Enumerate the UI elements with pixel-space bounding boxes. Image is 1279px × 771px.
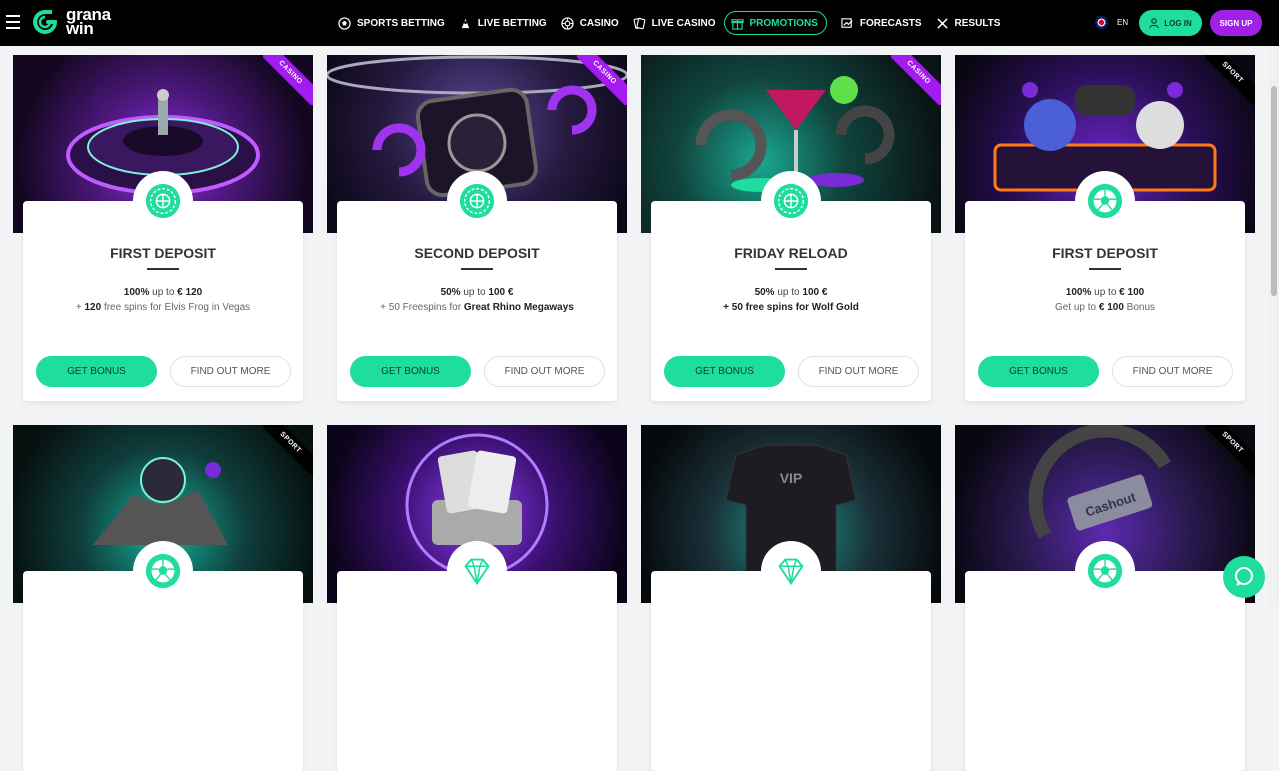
casino-badge: CASINO (891, 55, 941, 105)
promo-title: SECOND DEPOSIT (414, 245, 540, 261)
soccer-ball-icon (145, 553, 181, 589)
promo-details: Get up to € 100 Bonus (1054, 302, 1156, 313)
nav-live-betting[interactable]: LIVE BETTING (459, 11, 547, 35)
scrollbar-thumb[interactable] (1271, 86, 1277, 296)
top-navbar: grana win SPORTS BETTING LIVE BETTING CA… (0, 0, 1279, 46)
get-bonus-button[interactable]: GET BONUS (978, 356, 1099, 387)
nav-label: PROMOTIONS (749, 17, 818, 29)
get-bonus-button[interactable]: GET BONUS (36, 356, 157, 387)
casino-badge: CASINO (263, 55, 313, 105)
roulette-wheel-icon (459, 183, 495, 219)
cards-icon (633, 17, 646, 29)
find-out-more-button[interactable]: FIND OUT MORE (798, 356, 919, 387)
title-underline (461, 268, 493, 270)
trophy-icon (936, 17, 948, 29)
find-out-more-button[interactable]: FIND OUT MORE (484, 356, 605, 387)
title-underline (1089, 268, 1121, 270)
chat-bubble-icon (1235, 567, 1253, 586)
nav-label: CASINO (579, 17, 619, 29)
logo-line2: win (66, 19, 94, 38)
title-underline (775, 268, 807, 270)
promo-icon-circle (447, 171, 507, 231)
find-out-more-button[interactable]: FIND OUT MORE (1112, 356, 1233, 387)
promo-title: FIRST DEPOSIT (110, 245, 216, 261)
promo-panel: FRIDAY RELOAD 50% up to 100 € + 50 free … (651, 201, 931, 401)
login-label: LOG IN (1164, 18, 1192, 28)
nav-label: SPORTS BETTING (357, 17, 445, 29)
promo-offer: 50% up to 100 € (754, 287, 828, 298)
roulette-wheel-icon (145, 183, 181, 219)
roulette-icon (561, 16, 574, 30)
page-scrollbar[interactable] (1269, 46, 1279, 607)
promo-icon-circle (447, 541, 507, 601)
uk-flag-icon (1095, 16, 1108, 29)
nav-label: LIVE BETTING (477, 17, 547, 29)
nav-live-casino[interactable]: LIVE CASINO (633, 11, 716, 35)
nav-label: LIVE CASINO (651, 17, 716, 29)
nav-label: FORECASTS (859, 17, 922, 29)
promo-panel: SECOND DEPOSIT 50% up to 100 € + 50 Free… (337, 201, 617, 401)
promo-panel (965, 571, 1245, 771)
nav-forecasts[interactable]: FORECASTS (841, 11, 922, 35)
casino-badge: CASINO (577, 55, 627, 105)
sport-badge: SPORT (1205, 55, 1255, 105)
soccer-ball-icon (1087, 553, 1123, 589)
promo-panel (23, 571, 303, 771)
diamond-icon (778, 558, 804, 586)
language-selector[interactable]: EN (1095, 16, 1128, 29)
promo-icon-circle (1075, 541, 1135, 601)
promo-icon-circle (761, 171, 821, 231)
promo-icon-circle (133, 541, 193, 601)
language-code: EN (1117, 18, 1129, 27)
chart-icon (841, 17, 853, 28)
promo-offer: 100% up to € 100 (1065, 287, 1145, 298)
gift-icon (730, 18, 744, 30)
diamond-icon (464, 558, 490, 586)
chat-button[interactable] (1223, 556, 1265, 598)
promo-icon-circle (761, 541, 821, 601)
nav-label: RESULTS (954, 17, 1001, 29)
promo-panel: FIRST DEPOSIT 100% up to € 100 Get up to… (965, 201, 1245, 401)
nav-promotions[interactable]: PROMOTIONS (723, 11, 827, 35)
soccer-ball-icon (1087, 183, 1123, 219)
promo-title: FIRST DEPOSIT (1052, 245, 1158, 261)
soccer-ball-icon (338, 16, 351, 30)
vip-jersey-text: VIP (780, 470, 803, 486)
nav-casino[interactable]: CASINO (561, 11, 619, 35)
promo-details: + 50 Freespins for Great Rhino Megaways (380, 302, 574, 313)
promo-panel (337, 571, 617, 771)
login-button[interactable]: LOG IN (1139, 10, 1202, 36)
get-bonus-button[interactable]: GET BONUS (350, 356, 471, 387)
promo-details: + 120 free spins for Elvis Frog in Vegas (75, 302, 251, 313)
promo-icon-circle (1075, 171, 1135, 231)
logo-mark-icon (33, 10, 57, 34)
find-out-more-button[interactable]: FIND OUT MORE (170, 356, 291, 387)
sport-badge: SPORT (263, 425, 313, 475)
promo-icon-circle (133, 171, 193, 231)
logo[interactable]: grana win (30, 6, 111, 38)
promo-offer: 100% up to € 120 (123, 287, 203, 298)
user-icon (1149, 18, 1159, 28)
signup-label: SIGN UP (1219, 18, 1253, 28)
promo-panel: FIRST DEPOSIT 100% up to € 120 + 120 fre… (23, 201, 303, 401)
promo-panel (651, 571, 931, 771)
get-bonus-button[interactable]: GET BONUS (664, 356, 785, 387)
promo-title: FRIDAY RELOAD (734, 245, 848, 261)
promo-details: + 50 free spins for Wolf Gold (723, 302, 859, 313)
nav-sports-betting[interactable]: SPORTS BETTING (338, 11, 445, 35)
promo-offer: 50% up to 100 € (440, 287, 514, 298)
roulette-wheel-icon (773, 183, 809, 219)
title-underline (147, 268, 179, 270)
hamburger-menu-icon[interactable] (6, 15, 20, 29)
sport-badge: SPORT (1205, 425, 1255, 475)
nav-results[interactable]: RESULTS (936, 11, 1001, 35)
signup-button[interactable]: SIGN UP (1210, 10, 1262, 36)
live-icon (461, 18, 470, 28)
main-nav: SPORTS BETTING LIVE BETTING CASINO LIVE … (338, 11, 1014, 35)
